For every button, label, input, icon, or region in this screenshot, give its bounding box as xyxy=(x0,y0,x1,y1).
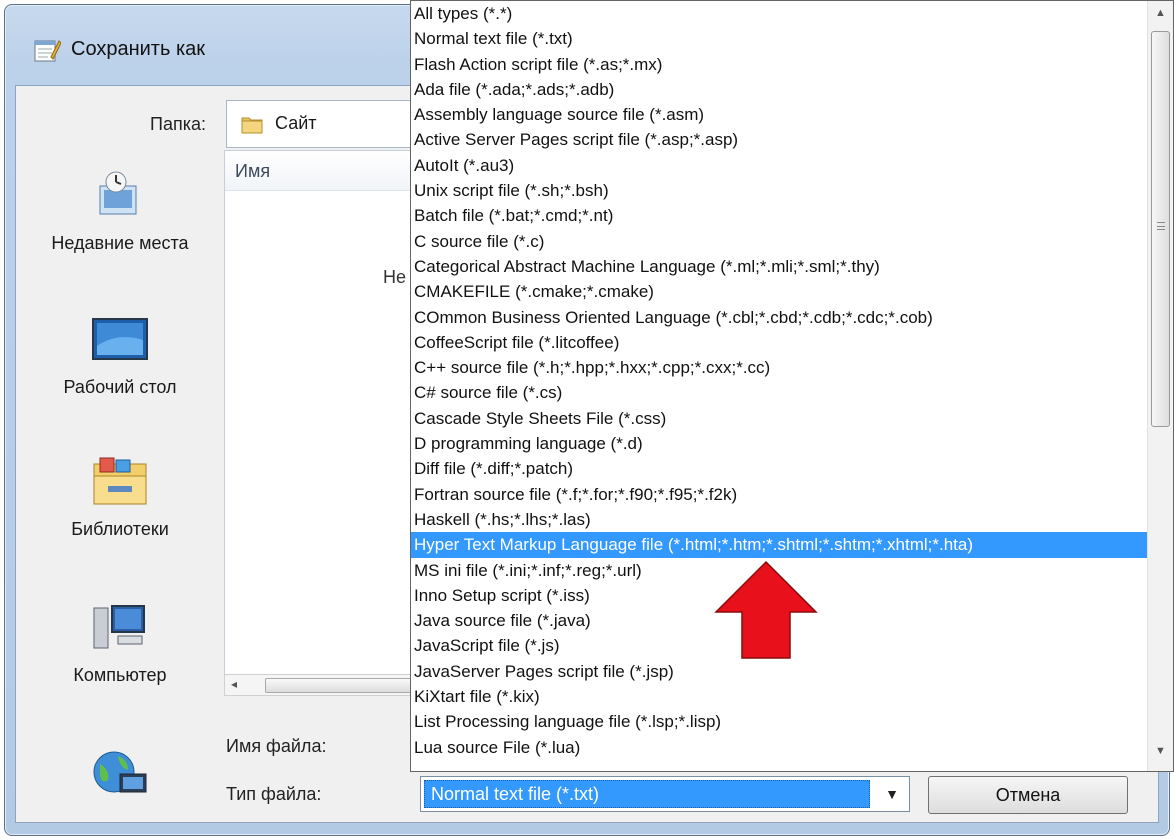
place-recent[interactable]: Недавние места xyxy=(16,170,224,259)
filetype-select[interactable]: Normal text file (*.txt) ▼ xyxy=(420,776,910,812)
place-network[interactable] xyxy=(16,748,224,806)
folder-name: Сайт xyxy=(275,113,317,133)
scroll-up-icon[interactable]: ▲ xyxy=(1155,7,1166,19)
dropdown-option[interactable]: Categorical Abstract Machine Language (*… xyxy=(411,254,1147,279)
dropdown-option[interactable]: Normal text file (*.txt) xyxy=(411,26,1147,51)
dropdown-option[interactable]: Assembly language source file (*.asm) xyxy=(411,102,1147,127)
dropdown-option[interactable]: Ada file (*.ada;*.ads;*.adb) xyxy=(411,77,1147,102)
column-name-header[interactable]: Имя xyxy=(235,161,270,182)
place-label-libraries: Библиотеки xyxy=(71,519,169,539)
dropdown-option[interactable]: AutoIt (*.au3) xyxy=(411,153,1147,178)
dropdown-option[interactable]: D programming language (*.d) xyxy=(411,431,1147,456)
recent-places-icon xyxy=(99,171,137,215)
window-title: Сохранить как xyxy=(71,38,206,60)
dropdown-option[interactable]: C source file (*.c) xyxy=(411,229,1147,254)
dropdown-option[interactable]: Batch file (*.bat;*.cmd;*.nt) xyxy=(411,203,1147,228)
dropdown-option[interactable]: Active Server Pages script file (*.asp;*… xyxy=(411,127,1147,152)
place-label-computer: Компьютер xyxy=(73,665,167,685)
place-computer[interactable]: Компьютер xyxy=(16,602,224,691)
network-icon xyxy=(93,751,147,793)
column-header[interactable]: Имя xyxy=(225,151,433,191)
filetype-selected-value[interactable]: Normal text file (*.txt) xyxy=(424,780,870,808)
folder-icon xyxy=(241,117,263,134)
file-list[interactable]: Имя Не xyxy=(224,150,434,696)
dropdown-option[interactable]: C++ source file (*.h;*.hpp;*.hxx;*.cpp;*… xyxy=(411,355,1147,380)
vertical-scroll-thumb[interactable] xyxy=(1151,31,1170,427)
dropdown-option[interactable]: Haskell (*.hs;*.lhs;*.las) xyxy=(411,507,1147,532)
scroll-down-icon[interactable]: ▼ xyxy=(1155,745,1166,757)
dropdown-option[interactable]: CMAKEFILE (*.cmake;*.cmake) xyxy=(411,279,1147,304)
dropdown-option[interactable]: All types (*.*) xyxy=(411,1,1147,26)
dropdown-option[interactable]: C# source file (*.cs) xyxy=(411,380,1147,405)
place-desktop[interactable]: Рабочий стол xyxy=(16,316,224,403)
red-arrow-annotation xyxy=(714,560,818,659)
vertical-scrollbar[interactable]: ▲ ▼ xyxy=(1147,1,1173,771)
empty-folder-message: Не xyxy=(383,267,407,287)
filename-label: Имя файла: xyxy=(226,736,327,756)
dropdown-option[interactable]: List Processing language file (*.lsp;*.l… xyxy=(411,709,1147,734)
dropdown-option[interactable]: Fortran source file (*.f;*.for;*.f90;*.f… xyxy=(411,482,1147,507)
cancel-button[interactable]: Отмена xyxy=(928,776,1128,814)
filetype-label: Тип файла: xyxy=(226,784,322,804)
place-label-desktop: Рабочий стол xyxy=(63,377,177,397)
dropdown-option[interactable]: Hyper Text Markup Language file (*.html;… xyxy=(411,532,1147,558)
scroll-grip-icon xyxy=(1157,222,1165,230)
notepad-icon xyxy=(34,40,61,62)
dropdown-option[interactable]: Cascade Style Sheets File (*.css) xyxy=(411,406,1147,431)
place-libraries[interactable]: Библиотеки xyxy=(16,456,224,545)
places-bar: Недавние места Рабочий стол Библиотеки К… xyxy=(16,156,224,824)
dropdown-option[interactable]: CoffeeScript file (*.litcoffee) xyxy=(411,330,1147,355)
libraries-icon xyxy=(93,457,147,505)
dropdown-option[interactable]: Unix script file (*.sh;*.bsh) xyxy=(411,178,1147,203)
scroll-left-icon[interactable]: ◂ xyxy=(231,677,237,691)
dropdown-option[interactable]: Diff file (*.diff;*.patch) xyxy=(411,456,1147,481)
dropdown-option[interactable]: COmmon Business Oriented Language (*.cbl… xyxy=(411,305,1147,330)
dropdown-option[interactable]: JavaServer Pages script file (*.jsp) xyxy=(411,659,1147,684)
folder-label: Папка: xyxy=(150,114,206,134)
desktop-icon xyxy=(92,318,148,360)
dropdown-option[interactable]: KiXtart file (*.kix) xyxy=(411,684,1147,709)
computer-icon xyxy=(93,605,145,649)
place-label-recent: Недавние места xyxy=(51,233,189,253)
chevron-down-icon[interactable]: ▼ xyxy=(885,786,899,802)
dropdown-option[interactable]: Lua source File (*.lua) xyxy=(411,735,1147,760)
horizontal-scrollbar[interactable]: ◂ xyxy=(224,674,435,696)
dropdown-option[interactable]: Flash Action script file (*.as;*.mx) xyxy=(411,52,1147,77)
